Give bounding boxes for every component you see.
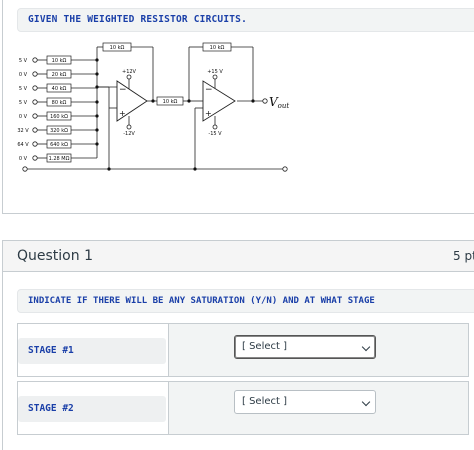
input-voltage-6: 32 V	[17, 128, 29, 134]
svg-text:−: −	[205, 85, 213, 95]
stage-label-box: STAGE #2	[18, 396, 166, 422]
input-resistor-7: 640 kΩ	[50, 142, 68, 148]
input-voltage-2: 0 V	[19, 72, 28, 78]
output-label: Vout	[269, 95, 289, 110]
input-resistor-8: 1.28 MΩ	[49, 156, 70, 162]
stage-label: STAGE #1	[28, 345, 74, 356]
input-voltage-7: 64 V	[17, 142, 29, 148]
question-prompt-text: INDICATE IF THERE WILL BE ANY SATURATION…	[28, 296, 375, 306]
stage-label-box: STAGE #1	[18, 338, 166, 364]
select-value: [ Select ]	[242, 396, 288, 407]
input-voltage-4: 5 V	[19, 100, 28, 106]
input-resistor-5: 160 kΩ	[50, 114, 68, 120]
opamp1-vpos: +12V	[122, 69, 137, 75]
prompt-text: GIVEN THE WEIGHTED RESISTOR CIRCUITS.	[28, 14, 248, 25]
svg-text:+: +	[119, 109, 126, 118]
stage-2-select[interactable]: [ Select ]	[234, 390, 376, 414]
question-points: 5 pts	[453, 249, 474, 263]
question-card: Question 1 5 pts INDICATE IF THERE WILL …	[2, 240, 474, 450]
select-value: [ Select ]	[242, 341, 288, 352]
input-voltage-5: 0 V	[19, 114, 28, 120]
opamp1-vneg: -12V	[123, 131, 135, 137]
input-resistor-2: 20 kΩ	[52, 72, 67, 78]
input-resistor-4: 80 kΩ	[52, 100, 67, 106]
question-content-card: GIVEN THE WEIGHTED RESISTOR CIRCUITS. − …	[2, 0, 474, 214]
stage-label: STAGE #2	[28, 403, 74, 414]
input-resistor-6: 320 kΩ	[50, 128, 68, 134]
input-resistor-3: 40 kΩ	[52, 86, 67, 92]
stage-row-2: STAGE #2 [ Select ]	[17, 381, 469, 435]
question-prompt: INDICATE IF THERE WILL BE ANY SATURATION…	[17, 289, 474, 313]
opamp2-vpos: +15 V	[207, 69, 223, 75]
input-voltage-8: 0 V	[19, 156, 28, 162]
opamp2-vneg: -15 V	[208, 131, 222, 137]
question-header: Question 1 5 pts	[3, 241, 474, 272]
input-voltage-1: 5 V	[19, 58, 28, 64]
weighted-resistor-circuit: − + − + 5 V 0 V 5 V 5 V 0 V 32 V 64 V 0 …	[17, 42, 289, 172]
input-resistor-1: 10 kΩ	[52, 58, 67, 64]
chevron-down-icon	[361, 397, 371, 407]
input-voltage-3: 5 V	[19, 86, 28, 92]
svg-text:−: −	[119, 85, 127, 95]
question-title: Question 1	[17, 248, 93, 264]
svg-text:+: +	[205, 109, 212, 118]
stage-row-1: STAGE #1 [ Select ]	[17, 323, 469, 377]
feedback-resistor-1: 10 kΩ	[110, 45, 125, 51]
feedback-resistor-2: 10 kΩ	[210, 45, 225, 51]
stage-1-select[interactable]: [ Select ]	[234, 335, 376, 359]
prompt-banner: GIVEN THE WEIGHTED RESISTOR CIRCUITS.	[17, 8, 474, 32]
chevron-down-icon	[361, 342, 371, 352]
coupling-resistor: 10 kΩ	[163, 99, 178, 105]
